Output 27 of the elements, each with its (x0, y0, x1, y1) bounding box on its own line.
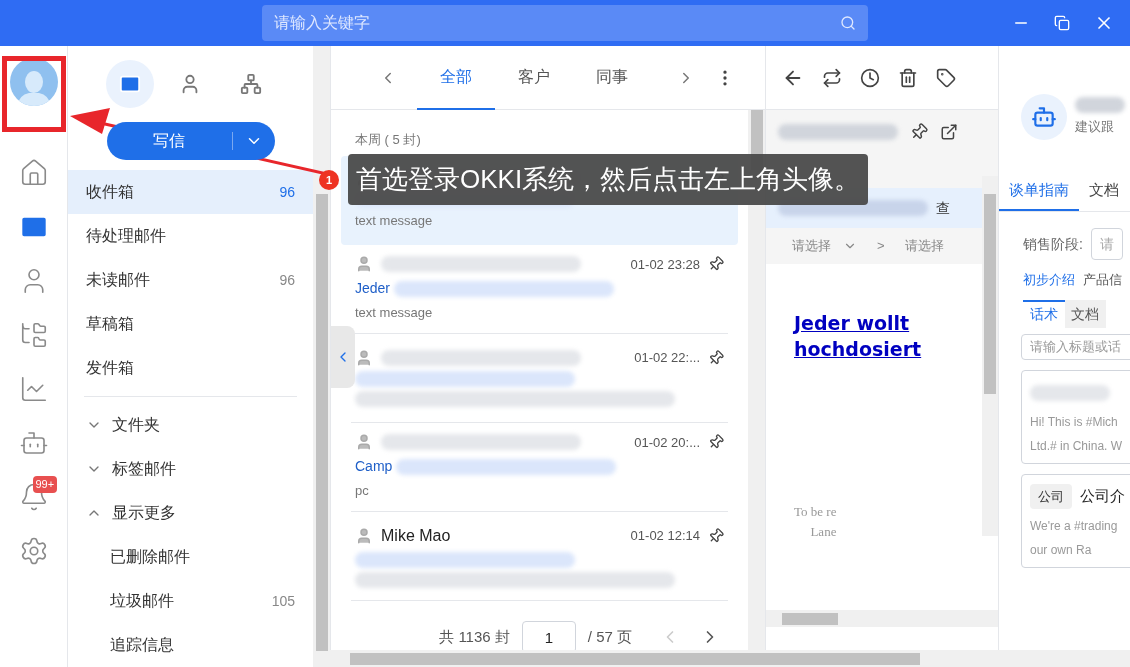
mail-preview: pc (355, 482, 369, 500)
group-heading: 本周 ( 5 封) (355, 131, 422, 149)
card-text: Hi! This is #Mich (1030, 413, 1119, 431)
card-title: 公司介 (1080, 486, 1125, 507)
instruction-tooltip: 首选登录OKKI系统，然后点击左上角头像。 (348, 154, 869, 205)
total-count: 共 1136 封 (439, 626, 510, 647)
mail-time: 01-02 12:14 (630, 526, 700, 545)
step-badge: 1 (319, 170, 339, 190)
mail-time: 01-02 20:... (634, 433, 700, 452)
mail-time: 01-02 23:28 (630, 255, 700, 274)
category-tag: 公司 (1030, 483, 1072, 510)
mail-preview: text message (355, 212, 433, 231)
notification-badge: 99+ (32, 476, 58, 493)
card-text: We're a #trading (1030, 517, 1119, 535)
field-label: 销售阶段: (1023, 234, 1083, 254)
card-text: our own Ra (1030, 541, 1093, 559)
mail-subject: Jeder (355, 279, 391, 298)
subtitle: 建议跟 (1075, 118, 1115, 137)
mail-time: 01-02 22:... (634, 348, 700, 367)
mail-preview: text message (355, 304, 433, 322)
page-count: / 57 页 (587, 626, 632, 647)
footer-text: Lane (810, 522, 837, 541)
separator: > (877, 237, 885, 256)
footer-text: To be re (794, 503, 837, 521)
sender-name: Mike Mao (381, 525, 451, 546)
mail-subject: Camp (355, 457, 393, 476)
card-text: Ltd.# in China. W (1030, 437, 1124, 455)
